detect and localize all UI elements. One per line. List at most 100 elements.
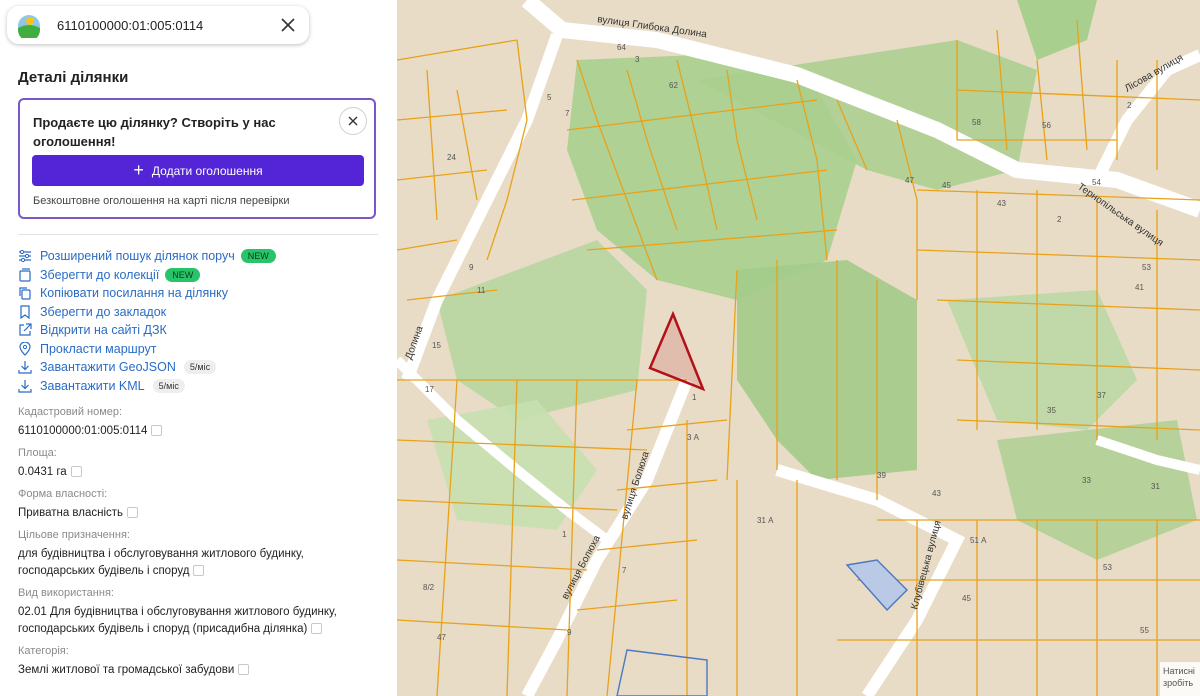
info-value: 02.01 Для будівництва і обслуговування ж…: [18, 606, 337, 635]
info-label: Вид використання:: [18, 587, 114, 599]
house-number: 35: [1047, 406, 1056, 415]
search-input[interactable]: [57, 15, 267, 35]
info-value: Приватна власність: [18, 507, 124, 519]
action-route[interactable]: Прокласти маршрут: [18, 340, 276, 359]
action-download-kml[interactable]: Завантажити KML 5/міс: [18, 377, 276, 396]
copy-icon[interactable]: [193, 565, 205, 577]
house-number: 3: [635, 55, 640, 64]
location-pin-icon: [19, 341, 31, 356]
limit-badge: 5/міс: [152, 378, 185, 393]
limit-badge: 5/міс: [183, 360, 217, 375]
street-label: Лісова вулиця: [1123, 52, 1185, 94]
plus-icon: +: [133, 159, 144, 180]
house-number: 33: [1082, 476, 1091, 485]
house-number: 7: [565, 109, 570, 118]
house-number: 56: [1042, 121, 1051, 130]
map-labels: вулиця Глибока Долина Лісова вулиця Терн…: [403, 13, 1185, 642]
actions-list: Розширений пошук ділянок поруч NEW Збере…: [18, 247, 276, 395]
house-number: 17: [425, 385, 434, 394]
action-label: Завантажити GeoJSON: [40, 360, 176, 375]
close-icon[interactable]: [277, 14, 299, 36]
copy-icon[interactable]: [70, 466, 82, 478]
house-number: 45: [942, 181, 951, 190]
new-badge: NEW: [165, 267, 201, 282]
action-label: Розширений пошук ділянок поруч: [40, 249, 235, 264]
copy-icon[interactable]: [151, 425, 163, 437]
add-listing-label: Додати оголошення: [151, 163, 263, 178]
action-copy-link[interactable]: Копіювати посилання на ділянку: [18, 284, 276, 303]
house-number: 8/2: [423, 583, 435, 592]
action-label: Прокласти маршрут: [40, 341, 157, 356]
house-number: 9: [567, 628, 572, 637]
collection-icon: [19, 268, 31, 282]
house-number: 31: [1151, 482, 1160, 491]
house-number: 55: [1140, 626, 1149, 635]
house-number: 1: [562, 530, 567, 539]
house-number: 45: [962, 594, 971, 603]
details-panel: Деталі ділянки Продаєте цю ділянку? Ство…: [0, 0, 398, 696]
download-icon: [18, 361, 32, 374]
action-open-dzk[interactable]: Відкрити на сайті ДЗК: [18, 321, 276, 340]
new-badge: NEW: [240, 249, 276, 264]
house-number: 47: [905, 176, 914, 185]
action-label: Копіювати посилання на ділянку: [40, 286, 228, 301]
info-label: Цільове призначення:: [18, 529, 130, 541]
info-category: Категорія: Землі житлової та громадської…: [18, 645, 378, 679]
copy-icon[interactable]: [311, 623, 323, 635]
info-label: Категорія:: [18, 645, 69, 657]
street-label: вулиця Глибока Долина: [597, 13, 708, 40]
info-label: Форма власності:: [18, 488, 108, 500]
house-number: 39: [877, 471, 886, 480]
action-bookmark[interactable]: Зберегти до закладок: [18, 303, 276, 322]
action-label: Відкрити на сайті ДЗК: [40, 323, 167, 338]
house-number: 24: [447, 153, 456, 162]
house-number: 1: [692, 393, 697, 402]
download-icon: [18, 379, 32, 393]
house-number: 53: [1142, 263, 1151, 272]
parcel-info: Кадастровий номер: 6110100000:01:005:011…: [18, 406, 378, 686]
house-number: 58: [972, 118, 981, 127]
info-value: для будівництва і обслуговування житлово…: [18, 548, 304, 577]
copy-icon[interactable]: [127, 507, 139, 519]
street-label: Долина: [403, 324, 425, 361]
action-label: Зберегти до закладок: [40, 304, 167, 319]
house-number: 31 А: [757, 516, 774, 525]
house-number: 11: [477, 286, 486, 295]
add-listing-button[interactable]: + Додати оголошення: [32, 155, 364, 186]
info-usage: Вид використання: 02.01 Для будівництва …: [18, 587, 378, 638]
house-number: 2: [1057, 215, 1062, 224]
action-label: Завантажити KML: [40, 378, 145, 393]
info-value: 6110100000:01:005:0114: [18, 425, 148, 437]
action-download-geojson[interactable]: Завантажити GeoJSON 5/міс: [18, 358, 276, 377]
house-number: 64: [617, 43, 626, 52]
house-number: 51 А: [970, 536, 987, 545]
copy-icon[interactable]: [238, 664, 250, 676]
house-number: 43: [997, 199, 1006, 208]
action-label: Зберегти до колекції: [40, 267, 160, 282]
house-number: 43: [932, 489, 941, 498]
action-save-collection[interactable]: Зберегти до колекції NEW: [18, 266, 276, 285]
info-value: 0.0431 га: [18, 466, 67, 478]
house-number: 47: [437, 633, 446, 642]
promo-close-icon[interactable]: [339, 107, 367, 135]
copy-icon: [19, 287, 31, 300]
house-number: 53: [1103, 563, 1112, 572]
promo-text: Продаєте цю ділянку? Створіть у нас огол…: [33, 115, 276, 149]
external-link-icon: [19, 323, 32, 336]
info-label: Кадастровий номер:: [18, 406, 123, 418]
street-label: Клубівецька вулиця: [908, 519, 943, 611]
promo-note: Безкоштовне оголошення на карті після пе…: [33, 195, 290, 207]
info-ownership: Форма власності: Приватна власність: [18, 488, 378, 522]
house-number: 2: [1127, 101, 1132, 110]
sliders-icon: [19, 250, 31, 263]
page-title: Деталі ділянки: [18, 69, 129, 86]
map-view[interactable]: вулиця Глибока Долина Лісова вулиця Терн…: [397, 0, 1200, 696]
divider: [18, 234, 378, 235]
street-label: вулиця Болюха: [619, 450, 651, 521]
house-number: 5: [547, 93, 552, 102]
action-advanced-search[interactable]: Розширений пошук ділянок поруч NEW: [18, 247, 276, 266]
house-number: 37: [1097, 391, 1106, 400]
map-attribution: Натисні зробіть: [1160, 662, 1200, 696]
street-label: вулиця Болюха: [560, 533, 603, 601]
bookmark-icon: [20, 305, 30, 319]
